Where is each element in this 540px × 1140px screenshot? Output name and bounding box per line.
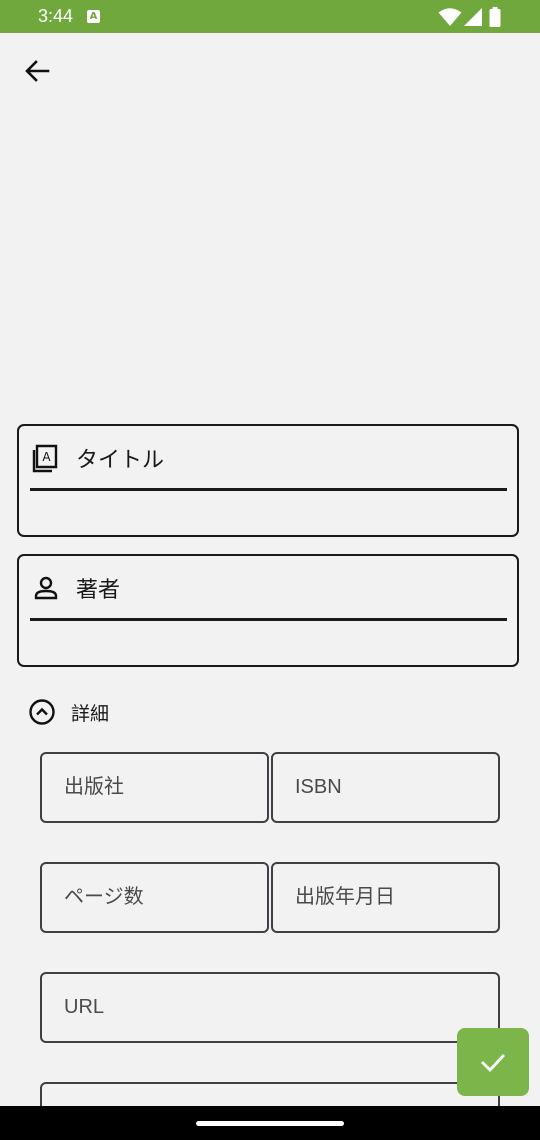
back-button[interactable] [18,52,56,90]
publisher-field[interactable]: 出版社 [40,752,269,823]
pages-field[interactable]: ページ数 [40,862,269,933]
next-field[interactable] [40,1082,500,1106]
publisher-placeholder: 出版社 [64,776,124,798]
arrow-left-icon [25,60,50,82]
publish-date-placeholder: 出版年月日 [295,886,395,908]
author-field[interactable]: 著者 [17,554,519,667]
isbn-placeholder: ISBN [295,776,342,798]
url-field[interactable]: URL [40,972,500,1043]
title-field-label: タイトル [76,448,165,473]
save-fab-button[interactable] [457,1028,529,1096]
navigation-bar [0,1106,540,1140]
publish-date-field[interactable]: 出版年月日 [271,862,500,933]
person-icon [31,573,61,603]
notification-icon: A [87,10,100,23]
status-time: 3:44 [38,6,74,26]
chevron-up-circle-icon [29,699,55,725]
signal-icon [464,8,482,26]
title-field[interactable]: A タイトル [17,424,519,537]
battery-icon [489,7,501,27]
home-gesture-handle[interactable] [196,1121,344,1126]
author-field-underline [30,618,507,621]
details-label: 詳細 [71,702,110,725]
svg-text:A: A [42,450,51,464]
status-bar: 3:44 A [0,0,540,33]
isbn-field[interactable]: ISBN [271,752,500,823]
author-field-label: 著者 [76,578,121,603]
check-icon [481,1054,506,1073]
url-placeholder: URL [64,996,105,1018]
pages-placeholder: ページ数 [64,886,144,908]
wifi-icon [438,8,462,26]
book-icon: A [31,443,61,473]
title-field-underline [30,488,507,491]
details-toggle[interactable]: 詳細 [28,697,109,727]
